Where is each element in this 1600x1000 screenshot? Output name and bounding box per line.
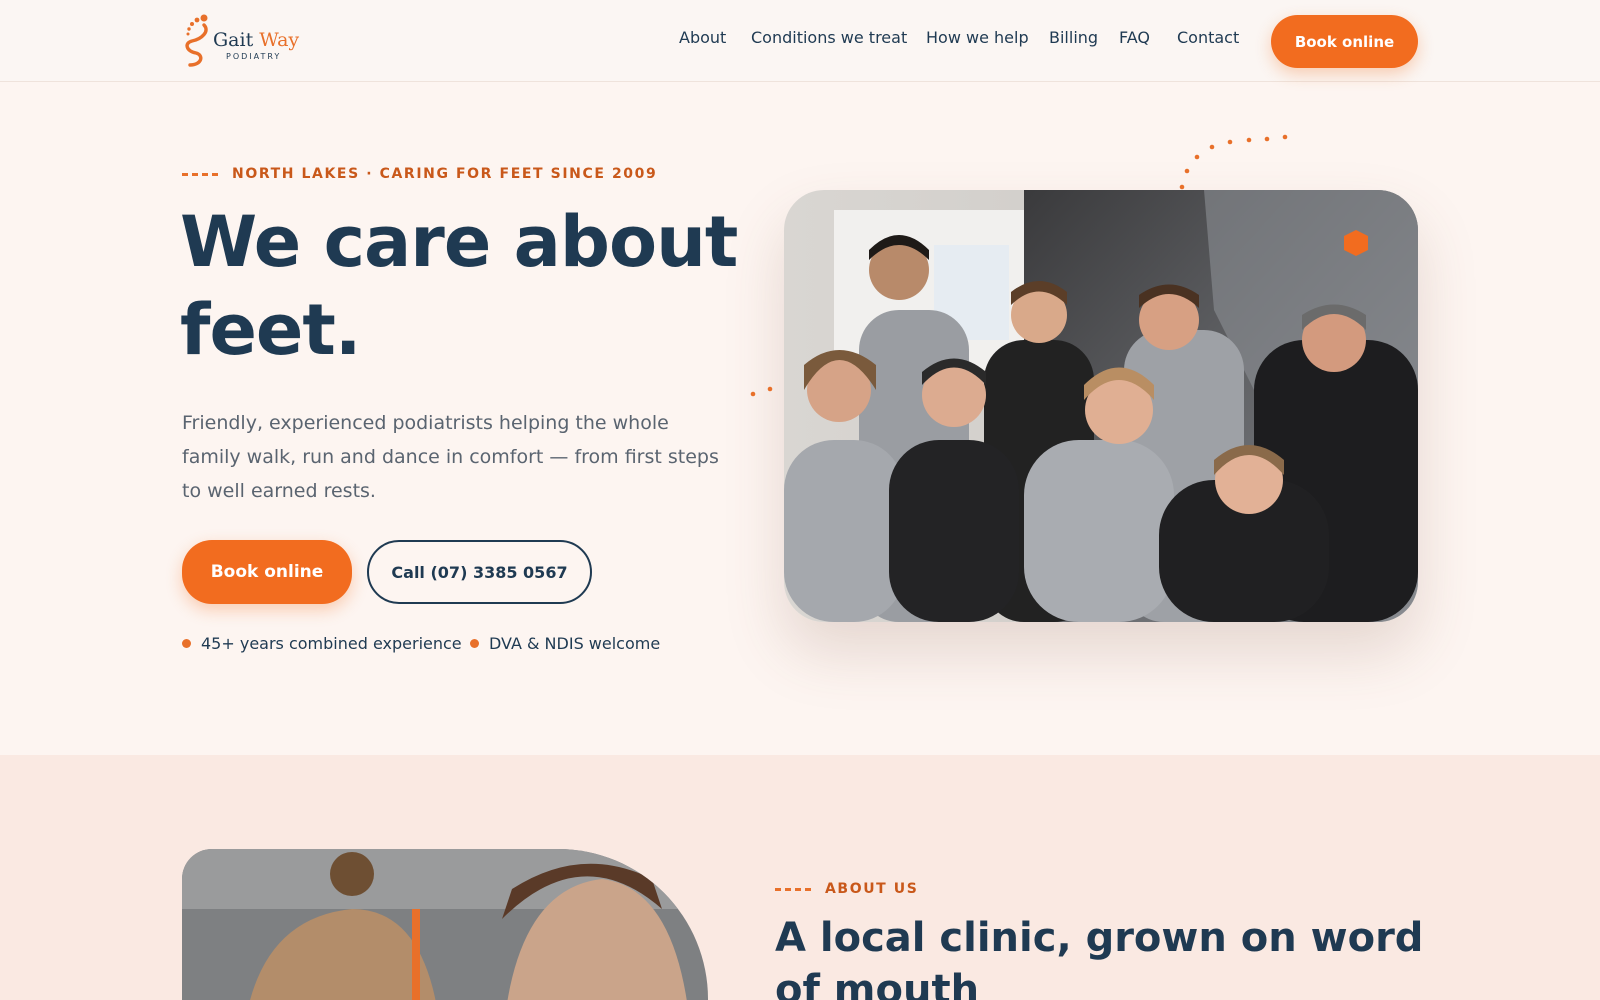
nav-item-contact[interactable]: Contact bbox=[1177, 28, 1239, 47]
hero-description: Friendly, experienced podiatrists helpin… bbox=[182, 412, 719, 502]
hero-title: We care about feet. bbox=[180, 201, 738, 371]
brand-name-gait: Gait bbox=[213, 29, 254, 51]
hero-eyebrow-text: NORTH LAKES · CARING FOR FEET SINCE 2009 bbox=[232, 166, 658, 182]
team-photo-illustration bbox=[784, 190, 1418, 622]
brand-name-way: Way bbox=[259, 29, 300, 51]
nav-item-billing[interactable]: Billing bbox=[1049, 28, 1098, 47]
nav-item-conditions[interactable]: Conditions we treat bbox=[751, 28, 907, 47]
trust-item-label: 45+ years combined experience bbox=[201, 634, 462, 653]
hero-call-button[interactable]: Call (07) 3385 0567 bbox=[367, 540, 592, 604]
about-photo-illustration bbox=[182, 849, 708, 1000]
eyebrow-dash-decoration bbox=[182, 172, 220, 176]
bullet-dot-icon bbox=[182, 639, 191, 648]
about-eyebrow-text: ABOUT US bbox=[825, 881, 919, 897]
header-book-online-button[interactable]: Book online bbox=[1271, 15, 1418, 68]
nav-item-about[interactable]: About bbox=[679, 28, 726, 47]
bullet-dot-icon bbox=[470, 639, 479, 648]
nav-item-how-we-help[interactable]: How we help bbox=[926, 28, 1029, 47]
brand-name[interactable]: Gait Way bbox=[213, 29, 299, 51]
trust-item-dva-ndis: DVA & NDIS welcome bbox=[470, 634, 660, 653]
about-title: A local clinic, grown on word of mouth bbox=[775, 915, 1424, 1000]
eyebrow-dash-decoration bbox=[775, 887, 813, 891]
hero-team-photo bbox=[784, 190, 1418, 622]
about-photo bbox=[182, 849, 708, 1000]
nav-item-faq[interactable]: FAQ bbox=[1119, 28, 1150, 47]
site-header: Gait Way PODIATRY About Conditions we tre… bbox=[0, 0, 1600, 82]
trust-item-label: DVA & NDIS welcome bbox=[489, 634, 661, 653]
hero-eyebrow: NORTH LAKES · CARING FOR FEET SINCE 2009 bbox=[182, 166, 657, 182]
hero-book-online-button[interactable]: Book online bbox=[182, 540, 352, 604]
trust-item-experience: 45+ years combined experience bbox=[182, 634, 462, 653]
about-eyebrow: ABOUT US bbox=[775, 881, 918, 897]
brand-subtitle: PODIATRY bbox=[226, 52, 282, 61]
